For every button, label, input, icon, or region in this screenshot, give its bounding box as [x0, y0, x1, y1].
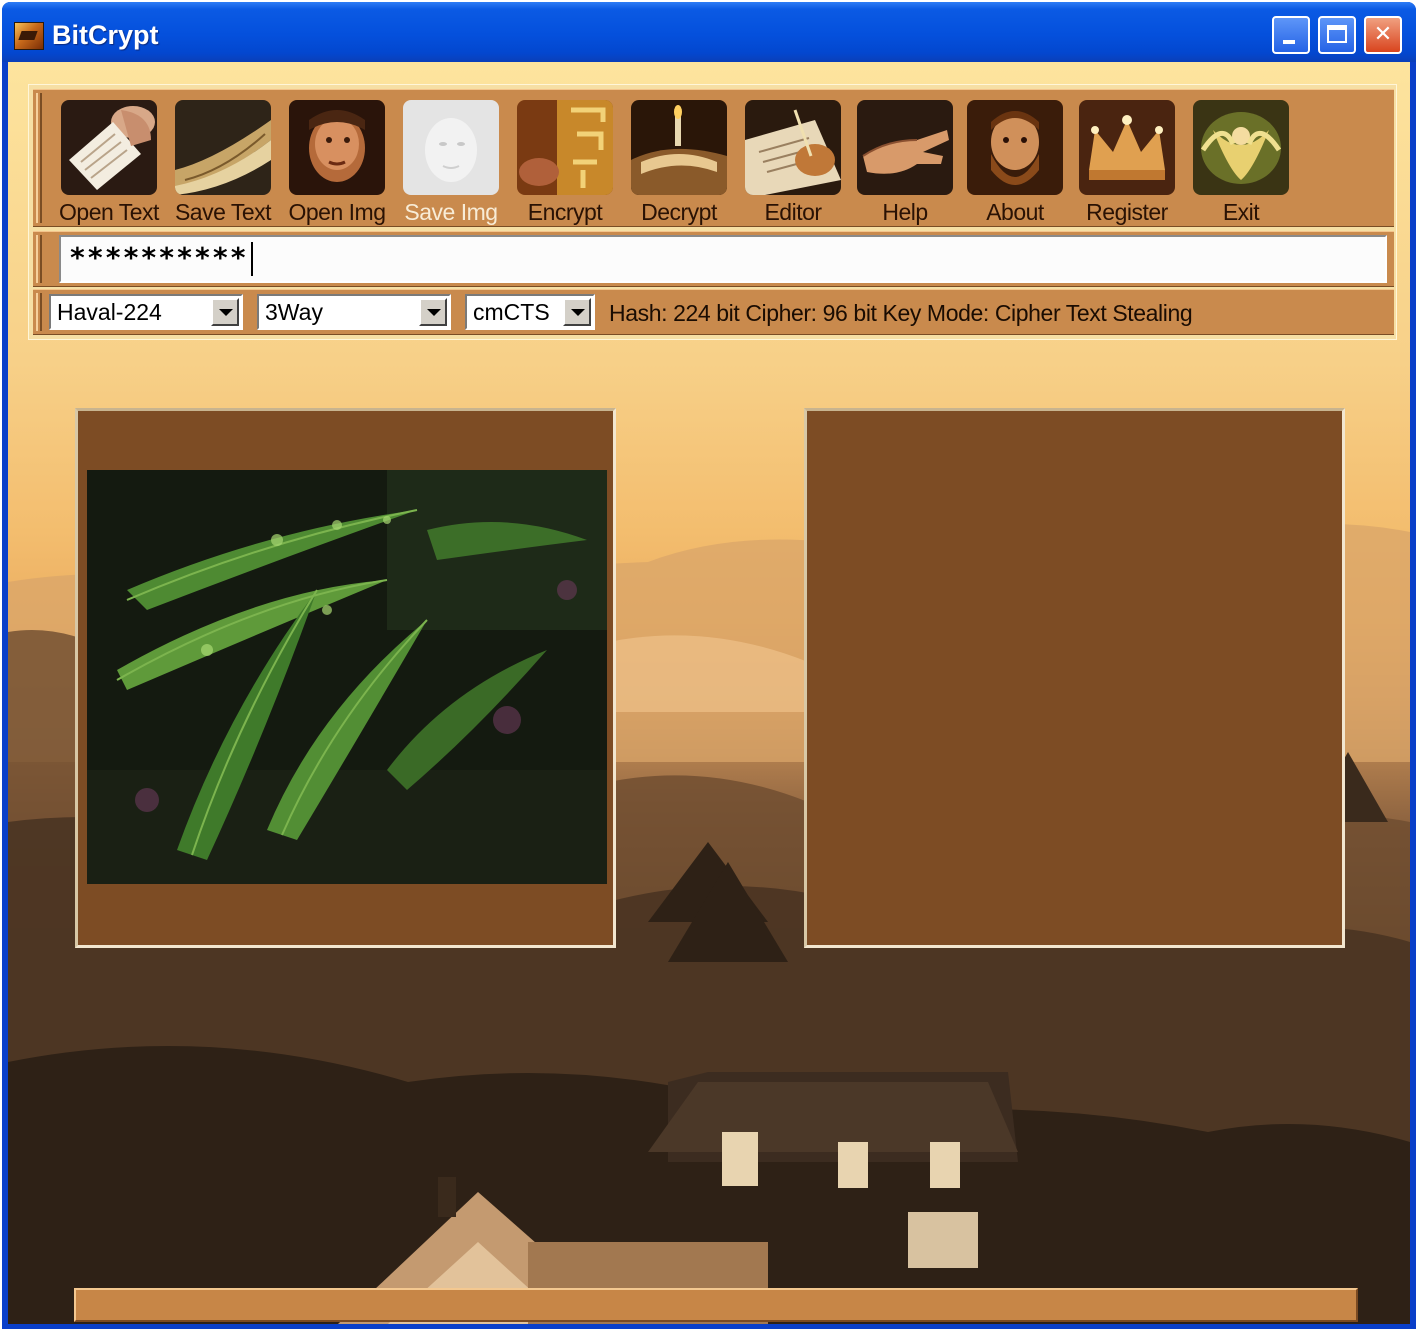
bearded-man-portrait-icon — [967, 100, 1063, 195]
scroll-icon — [175, 100, 271, 195]
mode-select[interactable]: cmCTS — [465, 294, 595, 330]
crown-icon — [1079, 100, 1175, 195]
decrypt-label: Decrypt — [641, 199, 717, 225]
progress-bar — [74, 1288, 1358, 1322]
close-button[interactable]: ✕ — [1364, 16, 1402, 54]
editor-button[interactable]: Editor — [731, 98, 843, 226]
result-image-panel[interactable] — [804, 408, 1345, 948]
encrypt-label: Encrypt — [527, 199, 603, 225]
about-button[interactable]: About — [953, 98, 1065, 226]
mode-value: cmCTS — [473, 299, 550, 325]
source-image-panel[interactable] — [75, 408, 616, 948]
app-window: BitCrypt ✕ Open Text Save Text Open Img … — [2, 2, 1416, 1329]
title-bar[interactable]: BitCrypt ✕ — [2, 2, 1416, 62]
dropdown-arrow-icon[interactable] — [211, 298, 239, 326]
help-label: Help — [882, 199, 928, 225]
text-caret — [250, 242, 253, 276]
decrypt-button[interactable]: Decrypt — [617, 98, 729, 226]
minimize-icon — [1283, 40, 1295, 44]
exit-label: Exit — [1222, 199, 1260, 225]
save-img-label: Save Img — [404, 199, 498, 225]
minimize-button[interactable] — [1272, 16, 1310, 54]
register-button[interactable]: Register — [1065, 98, 1177, 226]
maximize-button[interactable] — [1318, 16, 1356, 54]
maximize-icon — [1327, 25, 1347, 43]
save-text-button[interactable]: Save Text — [161, 98, 273, 226]
open-img-label: Open Img — [288, 199, 387, 225]
password-toolbar: ********** — [33, 231, 1394, 287]
password-value: ********** — [69, 241, 248, 274]
hash-select[interactable]: Haval-224 — [49, 294, 243, 330]
save-img-button[interactable]: Save Img — [389, 98, 501, 226]
window-title: BitCrypt — [52, 20, 159, 50]
password-field[interactable]: ********** — [59, 235, 1387, 283]
button-toolbar: Open Text Save Text Open Img Save Img En… — [33, 89, 1394, 227]
editor-label: Editor — [764, 199, 822, 225]
faded-portrait-icon — [403, 100, 499, 195]
options-toolbar: Haval-224 3Way cmCTS Hash: 224 bit Ciphe… — [33, 289, 1394, 335]
hash-value: Haval-224 — [57, 299, 162, 325]
hebrew-script-icon — [517, 100, 613, 195]
save-text-label: Save Text — [174, 199, 272, 225]
open-text-button[interactable]: Open Text — [47, 98, 159, 226]
candle-book-icon — [631, 100, 727, 195]
about-label: About — [986, 199, 1044, 225]
open-hand-icon — [857, 100, 953, 195]
client-area: Open Text Save Text Open Img Save Img En… — [8, 62, 1410, 1324]
toolbar-grip[interactable] — [36, 235, 42, 283]
toolbar-grip[interactable] — [36, 293, 42, 331]
algorithm-info: Hash: 224 bit Cipher: 96 bit Key Mode: C… — [609, 300, 1193, 326]
exit-button[interactable]: Exit — [1179, 98, 1291, 226]
help-button[interactable]: Help — [843, 98, 955, 226]
toolbar-grip[interactable] — [36, 93, 42, 223]
open-img-button[interactable]: Open Img — [275, 98, 387, 226]
open-text-label: Open Text — [59, 199, 159, 225]
hand-with-paper-icon — [61, 100, 157, 195]
register-label: Register — [1086, 199, 1168, 225]
app-icon[interactable] — [14, 22, 44, 50]
angel-icon — [1193, 100, 1289, 195]
dropdown-arrow-icon[interactable] — [563, 298, 591, 326]
writing-hand-icon — [745, 100, 841, 195]
fern-leaves-photo — [87, 470, 607, 884]
toolbar-container: Open Text Save Text Open Img Save Img En… — [28, 84, 1397, 340]
cipher-select[interactable]: 3Way — [257, 294, 451, 330]
rembrandt-portrait-icon — [289, 100, 385, 195]
close-icon: ✕ — [1373, 22, 1393, 47]
encrypt-button[interactable]: Encrypt — [503, 98, 615, 226]
cipher-value: 3Way — [265, 299, 323, 325]
dropdown-arrow-icon[interactable] — [419, 298, 447, 326]
